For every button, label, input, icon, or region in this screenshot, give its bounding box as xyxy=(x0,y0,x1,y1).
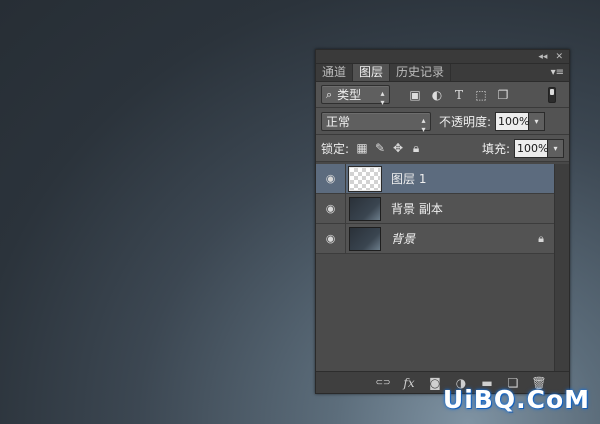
blend-mode-value: 正常 xyxy=(326,114,351,129)
blend-row: 正常 ▴▾ 不透明度: 100% ▾ xyxy=(316,108,569,135)
opacity-input[interactable]: 100% xyxy=(495,111,530,131)
visibility-eye-icon[interactable]: ◉ xyxy=(316,193,346,224)
updown-arrows-icon: ▴▾ xyxy=(419,115,428,134)
pixel-filter-icon[interactable]: ▣ xyxy=(404,88,426,102)
layer-thumbnail xyxy=(348,165,382,192)
lock-transparent-pixels-icon[interactable]: ▦ xyxy=(353,141,371,155)
tab-history[interactable]: 历史记录 xyxy=(390,64,452,81)
layer-filter-select[interactable]: ⌕ 类型 ▴▾ xyxy=(321,85,390,107)
uibq-watermark-logo: UiBQ.CoM xyxy=(442,385,590,414)
type-filter-icon[interactable]: T xyxy=(448,88,470,102)
visibility-eye-icon[interactable]: ◉ xyxy=(316,223,346,254)
layer-name[interactable]: 背景 副本 xyxy=(391,200,443,217)
filter-type-label: 类型 xyxy=(337,88,362,102)
collapse-panel-icon[interactable]: ◂◂ xyxy=(538,50,547,64)
layer-thumbnail xyxy=(349,226,381,251)
layer-name[interactable]: 图层 1 xyxy=(391,170,426,187)
layer-lock-icon: 🔒︎ xyxy=(538,232,544,245)
opacity-dropdown-icon[interactable]: ▾ xyxy=(529,111,546,131)
search-icon: ⌕ xyxy=(326,87,333,101)
layer-row-layer1[interactable]: ◉ 图层 1 xyxy=(316,163,554,194)
lock-row: 锁定: ▦ ✎ ✥ 🔒︎ 填充: 100% ▾ xyxy=(316,135,569,162)
lock-image-pixels-icon[interactable]: ✎ xyxy=(371,141,389,155)
layers-panel: ◂◂ ✕ 通道 图层 历史记录 ▾≡ ⌕ 类型 ▴▾ ▣ ◐ T ⬚ ❐ 正常 … xyxy=(315,49,570,394)
layer-name[interactable]: 背景 xyxy=(391,230,415,247)
panel-menu-icon[interactable]: ▾≡ xyxy=(551,67,564,78)
layer-row-background[interactable]: ◉ 背景 🔒︎ xyxy=(316,223,554,254)
tab-channels[interactable]: 通道 xyxy=(316,64,354,81)
fill-input[interactable]: 100% xyxy=(514,138,548,158)
close-panel-icon[interactable]: ✕ xyxy=(555,50,563,64)
updown-arrows-icon: ▴▾ xyxy=(378,89,387,107)
lock-label: 锁定: xyxy=(321,141,350,156)
tab-layers[interactable]: 图层 xyxy=(353,64,391,81)
filter-row: ⌕ 类型 ▴▾ ▣ ◐ T ⬚ ❐ xyxy=(316,82,569,108)
layer-thumbnail xyxy=(349,196,381,221)
smart-object-filter-icon[interactable]: ❐ xyxy=(492,88,514,102)
layer-row-background-copy[interactable]: ◉ 背景 副本 xyxy=(316,193,554,224)
layer-list: ◉ 图层 1 ◉ 背景 副本 ◉ 背景 🔒︎ xyxy=(316,163,554,371)
layer-style-fx-icon[interactable]: fx xyxy=(399,376,419,390)
panel-tabs: 通道 图层 历史记录 ▾≡ xyxy=(316,64,569,82)
layer-list-scrollbar[interactable] xyxy=(554,164,569,371)
visibility-eye-icon[interactable]: ◉ xyxy=(316,163,346,194)
adjustment-filter-icon[interactable]: ◐ xyxy=(426,88,448,102)
filter-toggle-switch[interactable] xyxy=(548,86,556,103)
fill-dropdown-icon[interactable]: ▾ xyxy=(548,138,564,158)
blend-mode-select[interactable]: 正常 ▴▾ xyxy=(321,111,431,134)
lock-position-icon[interactable]: ✥ xyxy=(389,141,407,155)
panel-titlebar: ◂◂ ✕ xyxy=(316,50,569,64)
lock-all-icon[interactable]: 🔒︎ xyxy=(407,141,425,156)
opacity-label: 不透明度: xyxy=(439,114,492,129)
shape-filter-icon[interactable]: ⬚ xyxy=(470,88,492,102)
fill-label: 填充: xyxy=(481,141,510,156)
link-layers-icon[interactable]: ⊂⊃ xyxy=(373,378,393,388)
